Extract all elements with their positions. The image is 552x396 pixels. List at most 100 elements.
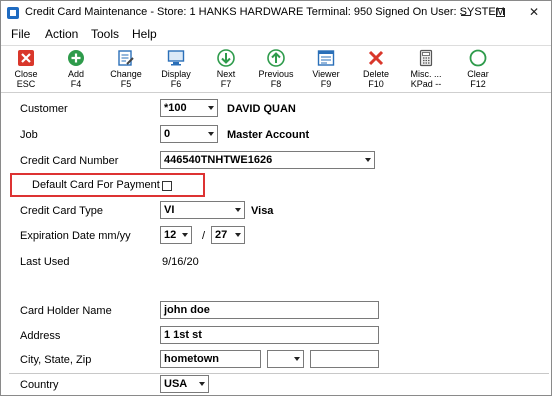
country-value: USA <box>164 378 188 390</box>
job-value: 0 <box>164 128 171 140</box>
close-button-label: Close <box>14 69 38 79</box>
chevron-down-icon <box>208 132 214 136</box>
change-button-label: Change <box>110 69 142 79</box>
previous-button-key: F8 <box>270 79 282 89</box>
display-button[interactable]: Display F6 <box>151 49 201 93</box>
expiration-month-combo[interactable]: 12 <box>160 226 192 244</box>
maximize-icon <box>495 7 505 17</box>
arrow-up-icon <box>267 49 285 67</box>
clear-button-key: F12 <box>470 79 486 89</box>
close-button-key: ESC <box>16 79 36 89</box>
viewer-button[interactable]: Viewer F9 <box>301 49 351 93</box>
card-number-label: Credit Card Number <box>20 155 119 167</box>
change-icon <box>118 50 134 66</box>
add-button-key: F4 <box>70 79 82 89</box>
clear-icon <box>469 49 487 67</box>
address-label: Address <box>20 330 61 342</box>
close-window-button[interactable]: ✕ <box>517 1 551 23</box>
customer-value: *100 <box>164 102 187 114</box>
chevron-down-icon <box>199 382 205 386</box>
job-name: Master Account <box>227 129 310 141</box>
expiration-year-value: 27 <box>215 229 228 241</box>
menu-bar: File Action Tools Help <box>1 25 551 43</box>
card-number-combo[interactable]: 446540TNHTWE1626 <box>160 151 375 169</box>
menu-tools[interactable]: Tools <box>91 27 119 41</box>
expiration-separator: / <box>202 230 206 242</box>
chevron-down-icon <box>365 158 371 162</box>
add-button[interactable]: Add F4 <box>51 49 101 93</box>
chevron-down-icon <box>294 357 300 361</box>
city-state-zip-label: City, State, Zip <box>20 354 92 366</box>
misc-button-label: Misc. ... <box>410 69 442 79</box>
add-icon <box>68 50 84 66</box>
country-label: Country <box>20 379 59 391</box>
chevron-down-icon <box>235 208 241 212</box>
delete-icon <box>368 50 384 66</box>
country-combo[interactable]: USA <box>160 375 209 393</box>
city-input[interactable]: hometown <box>160 350 261 368</box>
display-icon <box>167 50 185 66</box>
next-button-label: Next <box>216 69 236 79</box>
delete-button-key: F10 <box>368 79 384 89</box>
change-button[interactable]: Change F5 <box>101 49 151 93</box>
default-card-label: Default Card For Payment <box>32 179 160 191</box>
customer-label: Customer <box>20 103 68 115</box>
app-icon <box>7 7 19 19</box>
card-type-name: Visa <box>251 205 274 217</box>
default-card-checkbox[interactable] <box>162 181 172 191</box>
separator <box>9 373 549 374</box>
expiration-year-combo[interactable]: 27 <box>211 226 245 244</box>
clear-button-label: Clear <box>467 69 489 79</box>
maximize-button[interactable] <box>483 1 517 23</box>
window-title: Credit Card Maintenance - Store: 1 HANKS… <box>25 6 505 18</box>
expiration-label: Expiration Date mm/yy <box>20 230 131 242</box>
last-used-label: Last Used <box>20 256 70 268</box>
display-button-label: Display <box>161 69 191 79</box>
title-bar: Credit Card Maintenance - Store: 1 HANKS… <box>1 1 551 25</box>
zip-input[interactable] <box>310 350 379 368</box>
chevron-down-icon <box>235 233 241 237</box>
previous-button-label: Previous <box>258 69 294 79</box>
customer-name: DAVID QUAN <box>227 103 296 115</box>
misc-button[interactable]: Misc. ... KPad -- <box>401 49 451 93</box>
minimize-button[interactable] <box>449 1 483 23</box>
close-icon <box>18 50 34 66</box>
job-label: Job <box>20 129 38 141</box>
toolbar: Close ESC Add F4 Change F5 Display F6 Ne… <box>1 45 551 93</box>
chevron-down-icon <box>208 106 214 110</box>
minimize-icon <box>461 14 471 16</box>
holder-name-input[interactable]: john doe <box>160 301 379 319</box>
add-button-label: Add <box>67 69 84 79</box>
misc-button-key: KPad -- <box>410 79 442 89</box>
previous-button[interactable]: Previous F8 <box>251 49 301 93</box>
delete-button-label: Delete <box>362 69 389 79</box>
arrow-down-icon <box>217 49 235 67</box>
card-type-value: VI <box>164 204 175 216</box>
clear-button[interactable]: Clear F12 <box>453 49 503 93</box>
card-type-label: Credit Card Type <box>20 205 103 217</box>
card-number-value: 446540TNHTWE1626 <box>164 154 273 166</box>
viewer-button-key: F9 <box>320 79 332 89</box>
viewer-icon <box>317 50 335 66</box>
expiration-month-value: 12 <box>164 229 177 241</box>
job-combo[interactable]: 0 <box>160 125 218 143</box>
menu-file[interactable]: File <box>11 27 30 41</box>
chevron-down-icon <box>182 233 188 237</box>
close-button[interactable]: Close ESC <box>1 49 51 93</box>
viewer-button-label: Viewer <box>312 69 340 79</box>
next-button[interactable]: Next F7 <box>201 49 251 93</box>
change-button-key: F5 <box>120 79 132 89</box>
display-button-key: F6 <box>170 79 182 89</box>
address-input[interactable]: 1 1st st <box>160 326 379 344</box>
delete-button[interactable]: Delete F10 <box>351 49 401 93</box>
holder-name-label: Card Holder Name <box>20 305 112 317</box>
customer-combo[interactable]: *100 <box>160 99 218 117</box>
card-type-combo[interactable]: VI <box>160 201 245 219</box>
menu-help[interactable]: Help <box>132 27 157 41</box>
next-button-key: F7 <box>220 79 232 89</box>
close-window-icon: ✕ <box>528 5 540 19</box>
menu-action[interactable]: Action <box>45 27 78 41</box>
state-combo[interactable] <box>267 350 304 368</box>
calculator-icon <box>419 49 433 67</box>
credit-card-maintenance-window: Credit Card Maintenance - Store: 1 HANKS… <box>0 0 552 396</box>
